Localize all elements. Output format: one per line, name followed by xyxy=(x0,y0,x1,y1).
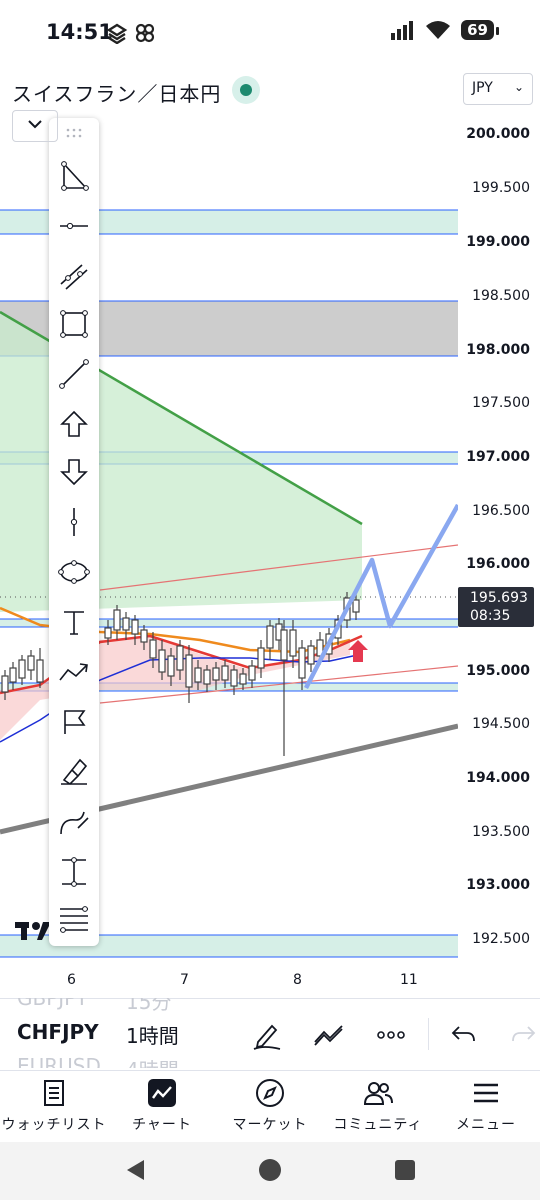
flag-icon[interactable] xyxy=(58,706,90,738)
nav-market[interactable]: マーケット xyxy=(216,1071,324,1143)
symbol-selected[interactable]: CHFJPY xyxy=(17,1020,99,1044)
price-axis-label: 194.500 xyxy=(472,716,530,732)
status-left-icons xyxy=(106,22,156,44)
trend-line-icon[interactable] xyxy=(58,358,90,390)
currency-value: JPY xyxy=(472,80,493,96)
rectangle-icon[interactable] xyxy=(58,308,90,340)
text-tool-icon[interactable] xyxy=(58,606,90,638)
pen-icon[interactable] xyxy=(250,1018,284,1052)
bar-countdown: 08:35 xyxy=(470,608,511,624)
status-right-icons: 69 xyxy=(391,20,499,40)
menu-icon xyxy=(474,1083,498,1103)
vertical-line-icon[interactable] xyxy=(58,506,90,538)
arrow-up-icon[interactable] xyxy=(58,408,90,440)
back-icon[interactable] xyxy=(124,1158,148,1182)
currency-select[interactable]: JPY ⌄ xyxy=(463,73,533,105)
ellipse-icon[interactable] xyxy=(58,556,90,588)
divider xyxy=(428,1018,429,1050)
community-icon xyxy=(363,1082,393,1105)
market-status-indicator[interactable] xyxy=(232,76,260,104)
timeframe-option[interactable]: 4時間 xyxy=(126,1054,179,1068)
symbol-option[interactable]: GBPJPY xyxy=(17,998,88,1010)
fib-levels-icon[interactable] xyxy=(58,904,90,936)
path-arrow-icon[interactable] xyxy=(58,656,90,688)
current-price: 195.693 xyxy=(470,590,528,606)
nav-label: マーケット xyxy=(232,1117,308,1133)
nav-community[interactable]: コミュニティ xyxy=(324,1071,432,1143)
symbol-timeframe-picker[interactable]: GBPJPY CHFJPY EURUSD 15分 1時間 4時間 xyxy=(0,998,260,1068)
chevron-down-icon xyxy=(28,120,42,129)
price-axis-label: 198.000 xyxy=(466,342,530,358)
recents-icon[interactable] xyxy=(393,1158,417,1182)
price-range-icon[interactable] xyxy=(58,856,90,888)
price-axis-label: 199.500 xyxy=(472,180,530,196)
home-icon[interactable] xyxy=(257,1157,283,1183)
price-axis-label: 194.000 xyxy=(466,770,530,786)
nav-label: チャート xyxy=(132,1117,192,1133)
price-axis-label: 196.500 xyxy=(472,503,530,519)
nav-chart[interactable]: チャート xyxy=(108,1071,216,1143)
system-navigation xyxy=(0,1142,540,1200)
price-axis-label: 192.500 xyxy=(472,931,530,947)
compass-icon xyxy=(256,1079,284,1107)
bottom-navigation: ウォッチリスト チャート マーケット コミュニティ メニュー xyxy=(0,1070,540,1142)
buy-arrow xyxy=(348,640,368,662)
nav-label: コミュニティ xyxy=(333,1117,423,1133)
price-axis-label: 197.500 xyxy=(472,395,530,411)
timeframe-option[interactable]: 15分 xyxy=(126,998,171,1015)
curve-icon[interactable] xyxy=(58,806,90,838)
nav-label: メニュー xyxy=(456,1117,516,1133)
date-label: 11 xyxy=(400,972,418,988)
status-bar: 14:51 69 xyxy=(0,0,540,66)
more-icon[interactable] xyxy=(374,1018,408,1052)
nav-watchlist[interactable]: ウォッチリスト xyxy=(0,1071,108,1143)
drag-handle-icon[interactable] xyxy=(66,128,82,140)
watchlist-icon xyxy=(44,1080,64,1106)
wifi-icon xyxy=(426,21,451,39)
parallel-channel-icon[interactable] xyxy=(58,260,90,292)
symbol-option[interactable]: EURUSD xyxy=(17,1054,101,1068)
pinwheel-icon xyxy=(135,23,155,43)
status-time: 14:51 xyxy=(46,20,113,44)
timeframe-selected[interactable]: 1時間 xyxy=(126,1020,179,1049)
drawing-icon[interactable] xyxy=(312,1018,346,1052)
price-axis-label: 199.000 xyxy=(466,234,530,250)
symbol-title[interactable]: スイスフラン／日本円 xyxy=(12,78,221,107)
arrow-down-icon[interactable] xyxy=(58,456,90,488)
collapse-toolbar-button[interactable] xyxy=(12,110,58,142)
current-price-tag: 195.693 08:35 xyxy=(458,587,534,627)
notification-icon xyxy=(106,23,128,44)
price-axis-label: 193.000 xyxy=(466,877,530,893)
nav-label: ウォッチリスト xyxy=(1,1117,107,1133)
chevron-down-icon: ⌄ xyxy=(513,80,524,94)
price-axis-label: 198.500 xyxy=(472,288,530,304)
drawing-toolbar xyxy=(49,118,99,946)
price-axis-label: 195.000 xyxy=(466,663,530,679)
price-axis-label: 200.000 xyxy=(466,126,530,142)
triangle-tool-icon[interactable] xyxy=(58,160,90,192)
undo-icon[interactable] xyxy=(447,1018,481,1052)
chart-icon xyxy=(148,1079,176,1107)
price-axis-label: 196.000 xyxy=(466,556,530,572)
price-axis-label: 193.500 xyxy=(472,824,530,840)
nav-menu[interactable]: メニュー xyxy=(432,1071,540,1143)
redo-icon[interactable] xyxy=(506,1018,540,1052)
horizontal-line-icon[interactable] xyxy=(58,210,90,242)
date-label: 8 xyxy=(293,972,302,988)
price-axis-label: 197.000 xyxy=(466,449,530,465)
brush-icon[interactable] xyxy=(58,756,90,788)
battery-icon: 69 xyxy=(461,20,499,40)
date-label: 7 xyxy=(180,972,189,988)
signal-icon xyxy=(391,21,414,40)
date-label: 6 xyxy=(67,972,76,988)
